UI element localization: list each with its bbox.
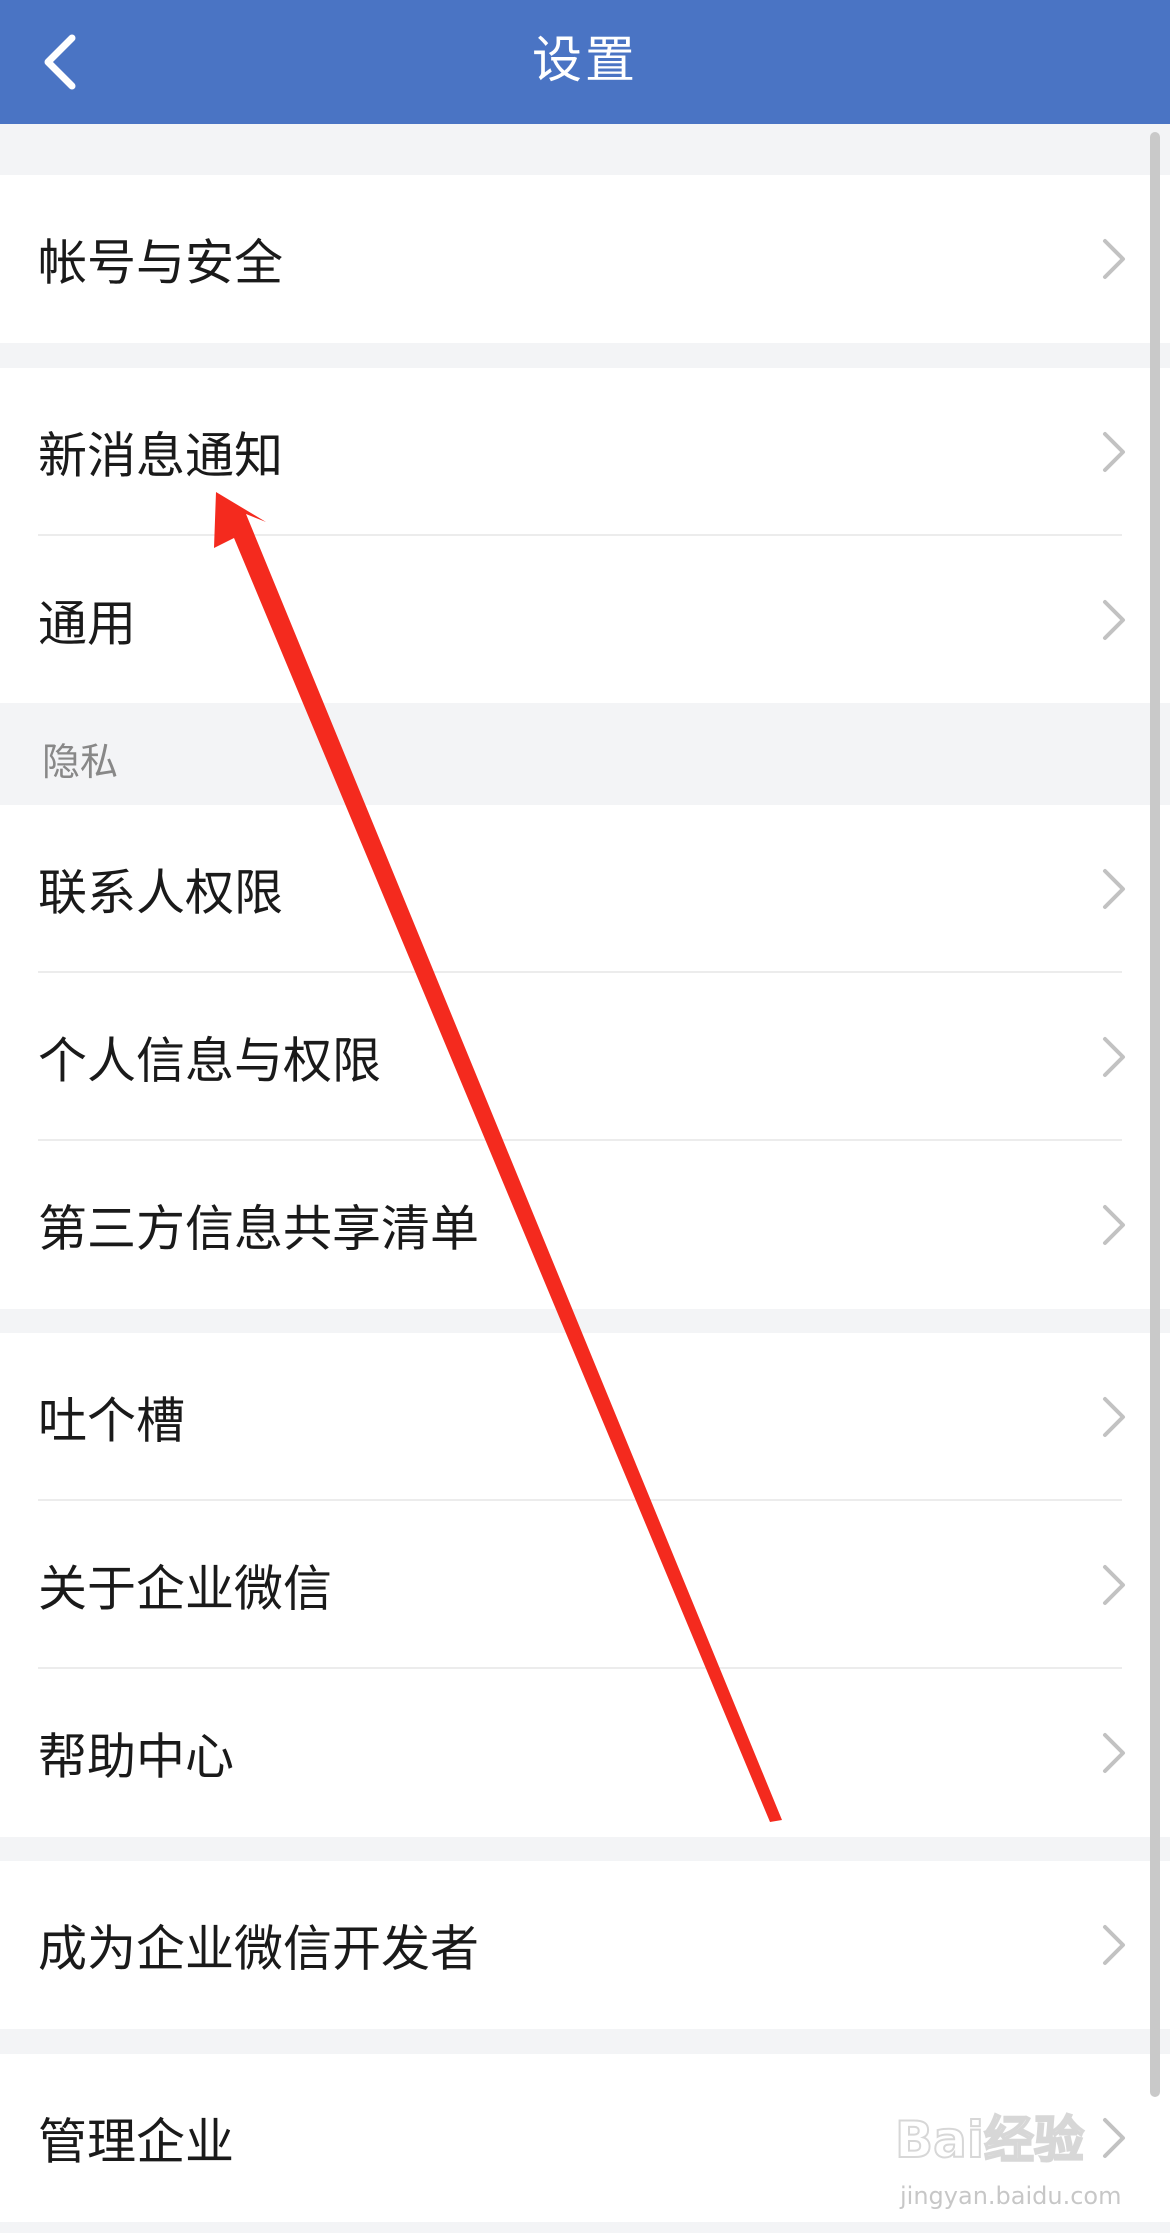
chevron-right-icon [1103,1205,1125,1245]
list-item-account-security[interactable]: 帐号与安全 [0,175,1170,343]
settings-group-support: 吐个槽 关于企业微信 帮助中心 [0,1333,1170,1837]
list-item-label: 帮助中心 [38,1728,235,1786]
list-item-become-developer[interactable]: 成为企业微信开发者 [0,1861,1170,2029]
chevron-right-icon [1103,869,1125,909]
list-item-third-party-sharing-list[interactable]: 第三方信息共享清单 [0,1141,1170,1309]
settings-group-developer: 成为企业微信开发者 [0,1861,1170,2029]
list-item-label: 联系人权限 [38,864,284,922]
section-header-label: 隐私 [42,740,119,784]
settings-group-notifications: 新消息通知 通用 [0,368,1170,704]
page-title: 设置 [532,31,638,89]
list-item-feedback[interactable]: 吐个槽 [0,1333,1170,1501]
chevron-right-icon [1103,600,1125,640]
list-item-about[interactable]: 关于企业微信 [0,1501,1170,1669]
list-item-contact-permissions[interactable]: 联系人权限 [0,805,1170,973]
chevron-right-icon [1103,1565,1125,1605]
list-item-general[interactable]: 通用 [0,536,1170,704]
list-item-personal-info-permissions[interactable]: 个人信息与权限 [0,973,1170,1141]
list-item-label: 个人信息与权限 [38,1032,382,1090]
chevron-right-icon [1103,1733,1125,1773]
list-item-label: 管理企业 [38,2113,235,2171]
list-item-label: 新消息通知 [38,427,284,485]
section-header-privacy: 隐私 [0,703,1170,805]
list-item-label: 吐个槽 [38,1392,186,1450]
list-item-label: 关于企业微信 [38,1560,333,1618]
settings-group-privacy: 联系人权限 个人信息与权限 第三方信息共享清单 [0,805,1170,1309]
list-item-label: 第三方信息共享清单 [38,1200,480,1258]
chevron-right-icon [1103,1037,1125,1077]
baidu-jingyan-watermark: Bai经验 jingyan.baidu.com [894,2100,1165,2225]
navigation-bar: 设置 [0,0,1170,124]
list-item-label: 成为企业微信开发者 [38,1920,480,1978]
chevron-right-icon [1103,1925,1125,1965]
list-item-label: 帐号与安全 [38,234,284,292]
chevron-right-icon [1103,1397,1125,1437]
list-item-new-message-notifications[interactable]: 新消息通知 [0,368,1170,536]
watermark-url: jingyan.baidu.com [900,2182,1122,2210]
watermark-logo: Bai经验 [894,2110,1085,2170]
list-item-label: 通用 [38,595,137,653]
chevron-right-icon [1103,432,1125,472]
settings-group-account: 帐号与安全 [0,175,1170,343]
list-item-help-center[interactable]: 帮助中心 [0,1669,1170,1837]
chevron-right-icon [1103,239,1125,279]
scrollbar[interactable] [1150,132,1160,2097]
